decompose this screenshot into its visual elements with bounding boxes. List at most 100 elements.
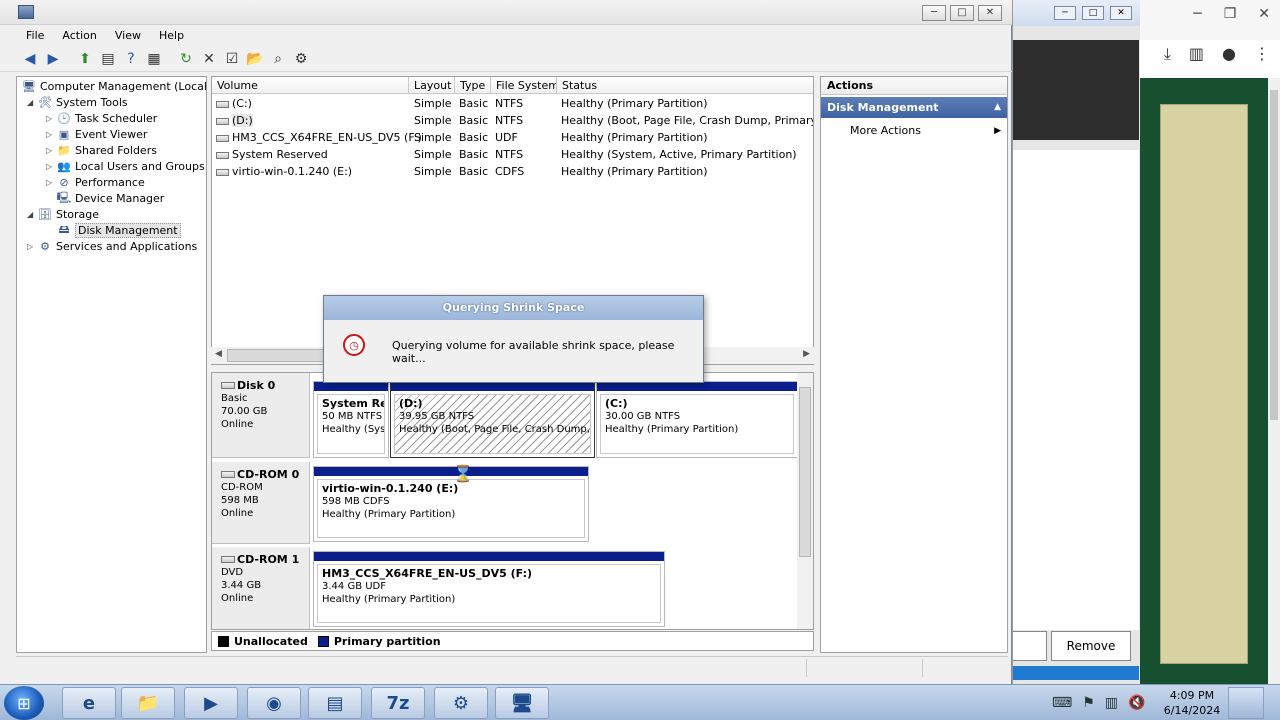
secondary-window: ─ □ ✕ Remove: [1012, 0, 1140, 684]
close-button[interactable]: ✕: [978, 5, 1002, 21]
delete-icon[interactable]: ✕: [199, 49, 219, 69]
tools-icon: 🛠: [38, 95, 52, 109]
minimize-button[interactable]: ─: [922, 5, 946, 21]
back-icon[interactable]: ◀: [20, 49, 40, 69]
settings-gear-icon[interactable]: ⚙: [434, 687, 488, 719]
expand-icon[interactable]: ▷: [46, 130, 56, 139]
cdrom-1-label[interactable]: CD-ROM 1 DVD 3.44 GB Online: [212, 547, 310, 629]
partition-e[interactable]: virtio-win-0.1.240 (E:) 598 MB CDFS Heal…: [313, 466, 589, 542]
expand-icon[interactable]: ▷: [46, 146, 56, 155]
file-explorer-icon[interactable]: 📁: [121, 687, 175, 719]
maximize-button[interactable]: □: [950, 5, 974, 21]
column-header-layout[interactable]: Layout: [409, 77, 455, 94]
more-actions-item[interactable]: More Actions ▶: [821, 121, 1007, 141]
menu-view[interactable]: View: [115, 29, 151, 42]
column-header-status[interactable]: Status: [557, 77, 813, 94]
collapse-icon[interactable]: ◢: [27, 98, 37, 107]
profile-icon[interactable]: ●: [1222, 44, 1236, 64]
menu-icon[interactable]: ⋮: [1254, 44, 1270, 64]
computer-management-taskbar-icon[interactable]: 🖥: [495, 687, 549, 719]
collapse-icon[interactable]: ◢: [27, 210, 37, 219]
show-hide-action-icon[interactable]: ▦: [144, 49, 164, 69]
performance-icon: ⊘: [59, 175, 69, 189]
help-icon[interactable]: ?: [121, 49, 141, 69]
download-icon[interactable]: ⤓: [1164, 44, 1171, 64]
drive-icon: [216, 100, 229, 108]
partition-c[interactable]: (C:) 30.00 GB NTFS Healthy (Primary Part…: [596, 381, 798, 458]
column-header-type[interactable]: Type: [455, 77, 491, 94]
tree-item-shared-folders[interactable]: ▷ 📁 Shared Folders: [46, 142, 157, 158]
close-icon[interactable]: ✕: [1110, 6, 1132, 20]
menu-action[interactable]: Action: [62, 29, 106, 42]
column-header-file-system[interactable]: File System: [491, 77, 557, 94]
sidebar-icon[interactable]: ▥: [1189, 44, 1204, 64]
tree-item-device-manager[interactable]: 🖳 Device Manager: [56, 190, 165, 206]
minimize-icon[interactable]: ─: [1054, 6, 1076, 20]
media-player-icon[interactable]: ▶: [184, 687, 238, 719]
disk-0-label[interactable]: Disk 0 Basic 70.00 GB Online: [212, 373, 310, 458]
tree-item-system-tools[interactable]: ◢ 🛠 System Tools: [27, 94, 128, 110]
cdrom-0-label[interactable]: CD-ROM 0 CD-ROM 598 MB Online: [212, 462, 310, 544]
internet-explorer-icon[interactable]: e: [62, 687, 116, 719]
tree-item-local-users[interactable]: ▷ 👥 Local Users and Groups: [46, 158, 205, 174]
browser-icon[interactable]: ◉: [247, 687, 301, 719]
close-icon[interactable]: ✕: [1258, 6, 1270, 22]
search-icon[interactable]: ⌕: [268, 49, 288, 69]
partition-legend: Unallocated Primary partition: [211, 631, 814, 651]
maximize-icon[interactable]: □: [1082, 6, 1104, 20]
menu-file[interactable]: File: [26, 29, 54, 42]
expand-icon[interactable]: ▷: [46, 178, 56, 187]
clock[interactable]: 4:09 PM 6/14/2024: [1160, 688, 1224, 718]
network-icon[interactable]: ▥: [1105, 695, 1118, 711]
open-icon[interactable]: 📂: [245, 49, 265, 69]
scroll-right-icon[interactable]: ▶: [803, 349, 810, 359]
refresh-icon[interactable]: ↻: [176, 49, 196, 69]
keyboard-icon[interactable]: ⌨: [1052, 695, 1072, 711]
expand-icon[interactable]: ▷: [46, 162, 56, 171]
table-row[interactable]: HM3_CCS_X64FRE_EN-US_DV5 (F:) Simple Bas…: [212, 129, 813, 146]
tree-item-services-applications[interactable]: ▷ ⚙ Services and Applications: [27, 238, 197, 254]
table-row[interactable]: (D:) Simple Basic NTFS Healthy (Boot, Pa…: [212, 112, 813, 129]
secondary-button[interactable]: [1013, 631, 1047, 661]
settings-icon[interactable]: ⚙: [291, 49, 311, 69]
disk-view-scrollbar[interactable]: [797, 373, 813, 629]
properties-icon[interactable]: ☑: [222, 49, 242, 69]
flag-icon[interactable]: ⚑: [1082, 695, 1095, 711]
expand-icon[interactable]: ▷: [27, 242, 37, 251]
partition-d[interactable]: (D:) 39.95 GB NTFS Healthy (Boot, Page F…: [390, 381, 595, 458]
table-row[interactable]: (C:) Simple Basic NTFS Healthy (Primary …: [212, 95, 813, 112]
column-header-volume[interactable]: Volume: [212, 77, 409, 94]
show-hide-tree-icon[interactable]: ▤: [98, 49, 118, 69]
actions-pane: Actions Disk Management ▲ More Actions ▶: [820, 76, 1008, 653]
tree-item-event-viewer[interactable]: ▷ ▣ Event Viewer: [46, 126, 147, 142]
scrollbar-thumb[interactable]: [227, 349, 327, 362]
actions-section-disk-management[interactable]: Disk Management ▲: [821, 97, 1007, 118]
collapse-icon[interactable]: ▲: [994, 97, 1001, 118]
tree-item-disk-management[interactable]: 🖴 Disk Management: [56, 222, 181, 238]
minimize-icon[interactable]: ─: [1193, 6, 1201, 22]
volume-muted-icon[interactable]: 🔇: [1128, 695, 1145, 711]
scroll-left-icon[interactable]: ◀: [215, 349, 222, 359]
table-row[interactable]: System Reserved Simple Basic NTFS Health…: [212, 146, 813, 163]
restore-icon[interactable]: ❐: [1224, 6, 1237, 22]
table-row[interactable]: virtio-win-0.1.240 (E:) Simple Basic CDF…: [212, 163, 813, 180]
console-tree: 🖥 Computer Management (Local) ◢ 🛠 System To…: [16, 76, 207, 653]
browser-scrollbar[interactable]: [1268, 78, 1280, 684]
seven-zip-icon[interactable]: 7z: [371, 687, 425, 719]
start-button[interactable]: ⊞: [4, 686, 44, 720]
partition-f[interactable]: HM3_CCS_X64FRE_EN-US_DV5 (F:) 3.44 GB UD…: [313, 551, 665, 627]
forward-icon[interactable]: ▶: [43, 49, 63, 69]
menu-help[interactable]: Help: [159, 29, 194, 42]
tree-item-task-scheduler[interactable]: ▷ 🕒 Task Scheduler: [46, 110, 157, 126]
dialog-title: Querying Shrink Space: [324, 296, 703, 320]
expand-icon[interactable]: ▷: [46, 114, 56, 123]
tree-item-computer-management[interactable]: 🖥 Computer Management (Local): [21, 78, 206, 94]
documents-icon[interactable]: ▤: [308, 687, 362, 719]
remove-button[interactable]: Remove: [1051, 631, 1131, 661]
drive-icon: [216, 168, 229, 176]
show-desktop-button[interactable]: [1228, 687, 1264, 719]
up-icon[interactable]: ⬆: [75, 49, 95, 69]
partition-system-reserved[interactable]: System Re 50 MB NTFS Healthy (Sys: [313, 381, 389, 458]
scrollbar-thumb[interactable]: [799, 387, 811, 557]
drive-icon: [216, 151, 229, 159]
